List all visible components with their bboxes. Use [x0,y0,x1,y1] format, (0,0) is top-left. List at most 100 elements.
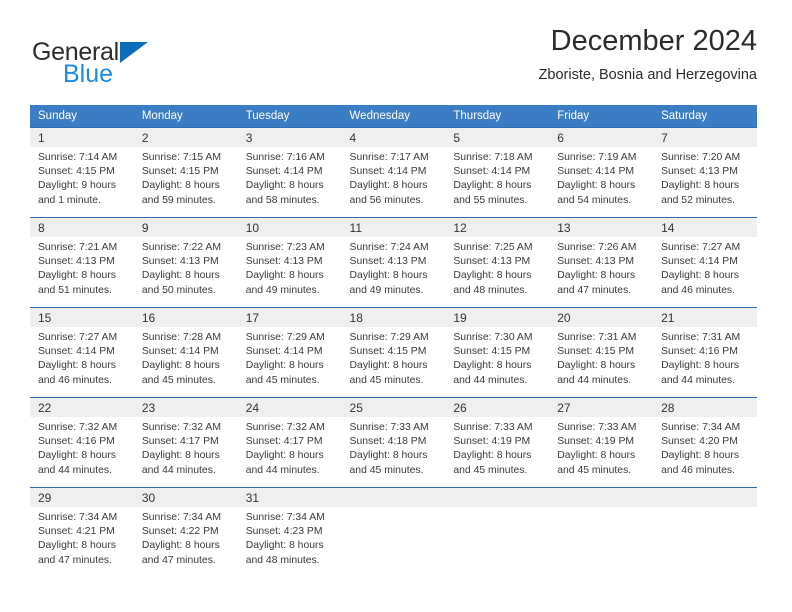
day-cell[interactable]: 14 Sunrise: 7:27 AM Sunset: 4:14 PM Dayligh… [653,218,757,307]
weekday-header-thursday: Thursday [445,105,550,128]
day-detail-line: Sunrise: 7:14 AM [38,152,118,163]
day-cell[interactable]: 11 Sunrise: 7:24 AM Sunset: 4:13 PM Dayligh… [341,218,446,307]
day-cell[interactable]: 20 Sunrise: 7:31 AM Sunset: 4:15 PM Dayligh… [549,308,654,397]
day-number: 17 [245,310,260,325]
day-detail-line: Sunrise: 7:25 AM [453,242,533,253]
day-cell[interactable]: 28 Sunrise: 7:34 AM Sunset: 4:20 PM Dayligh… [653,398,757,487]
day-cell[interactable]: 4 Sunrise: 7:17 AM Sunset: 4:14 PM Daylight… [341,128,446,217]
day-detail-line: Sunrise: 7:31 AM [661,332,741,343]
day-detail-line: Sunrise: 7:32 AM [245,422,325,433]
day-detail-line: Sunset: 4:15 PM [349,346,427,358]
day-details [445,507,549,511]
day-number-band: 4 [341,128,446,147]
day-detail-line: Daylight: 8 hours [245,450,324,462]
day-cell[interactable]: 24 Sunrise: 7:32 AM Sunset: 4:17 PM Dayligh… [237,398,342,487]
generalblue-logo: General Blue [30,32,200,90]
day-details: Sunrise: 7:29 AM Sunset: 4:15 PM Daylight:… [342,327,446,388]
day-cell[interactable]: 2 Sunrise: 7:15 AM Sunset: 4:15 PM Daylight… [133,128,238,217]
page-title: December 2024 [550,25,757,57]
day-number-band: 21 [653,308,757,327]
day-details [653,507,757,511]
day-number-band: 1 [30,128,134,147]
day-cell[interactable]: 31 Sunrise: 7:34 AM Sunset: 4:23 PM Dayligh… [237,488,342,577]
day-details: Sunrise: 7:33 AM Sunset: 4:19 PM Daylight:… [445,417,549,478]
day-detail-line: Sunset: 4:15 PM [38,166,115,178]
day-cell[interactable]: 16 Sunrise: 7:28 AM Sunset: 4:14 PM Dayligh… [133,308,238,397]
day-detail-line: Sunrise: 7:34 AM [38,512,118,523]
day-cell[interactable]: 10 Sunrise: 7:23 AM Sunset: 4:13 PM Dayligh… [237,218,342,307]
day-detail-line: Daylight: 8 hours [245,540,324,552]
day-number: 11 [349,220,362,235]
day-details: Sunrise: 7:22 AM Sunset: 4:13 PM Daylight:… [134,237,238,298]
day-detail-line: Sunrise: 7:33 AM [349,422,429,433]
day-cell[interactable]: 6 Sunrise: 7:19 AM Sunset: 4:14 PM Daylight… [549,128,654,217]
day-number-band: 22 [30,398,134,417]
day-details: Sunrise: 7:34 AM Sunset: 4:20 PM Daylight:… [653,417,757,478]
day-number: 3 [245,130,253,145]
day-detail-line: Sunset: 4:13 PM [38,256,115,268]
day-number: 27 [557,400,571,415]
day-details: Sunrise: 7:28 AM Sunset: 4:14 PM Daylight:… [134,327,238,388]
day-detail-line: and 46 minutes. [661,284,735,296]
day-cell[interactable]: 15 Sunrise: 7:27 AM Sunset: 4:14 PM Dayligh… [30,308,134,397]
day-details: Sunrise: 7:33 AM Sunset: 4:18 PM Daylight:… [342,417,446,478]
calendar-week-row: 22 Sunrise: 7:32 AM Sunset: 4:16 PM Dayligh… [30,397,757,488]
day-number-band: 6 [549,128,654,147]
day-detail-line: Sunrise: 7:22 AM [141,242,221,253]
day-details: Sunrise: 7:34 AM Sunset: 4:23 PM Daylight:… [238,507,342,568]
day-cell[interactable]: 23 Sunrise: 7:32 AM Sunset: 4:17 PM Dayligh… [133,398,238,487]
day-cell[interactable]: 12 Sunrise: 7:25 AM Sunset: 4:13 PM Dayligh… [445,218,550,307]
day-number-band: 18 [341,308,446,327]
day-detail-line: Daylight: 8 hours [141,360,220,372]
day-number-band: 24 [237,398,342,417]
day-cell[interactable]: 9 Sunrise: 7:22 AM Sunset: 4:13 PM Daylight… [133,218,238,307]
day-detail-line: Sunrise: 7:33 AM [453,422,533,433]
day-detail-line: and 55 minutes. [453,194,528,206]
day-number: 2 [141,130,149,145]
day-detail-line: Daylight: 8 hours [141,540,220,552]
day-detail-line: Sunrise: 7:29 AM [349,332,429,343]
day-details: Sunrise: 7:14 AM Sunset: 4:15 PM Daylight:… [30,147,134,208]
day-cell[interactable]: 17 Sunrise: 7:29 AM Sunset: 4:14 PM Dayligh… [237,308,342,397]
day-detail-line: Sunrise: 7:29 AM [245,332,325,343]
day-cell-empty [341,488,446,577]
day-cell[interactable]: 5 Sunrise: 7:18 AM Sunset: 4:14 PM Daylight… [445,128,550,217]
day-details: Sunrise: 7:20 AM Sunset: 4:13 PM Daylight:… [653,147,757,208]
day-detail-line: Daylight: 8 hours [245,270,324,282]
day-details: Sunrise: 7:24 AM Sunset: 4:13 PM Daylight:… [342,237,446,298]
day-cell[interactable]: 1 Sunrise: 7:14 AM Sunset: 4:15 PM Daylight… [30,128,134,217]
day-cell[interactable]: 19 Sunrise: 7:30 AM Sunset: 4:15 PM Dayligh… [445,308,550,397]
weekday-header-tuesday: Tuesday [237,105,342,128]
day-detail-line: Sunset: 4:14 PM [245,346,323,358]
day-cell[interactable]: 22 Sunrise: 7:32 AM Sunset: 4:16 PM Dayligh… [30,398,134,487]
day-detail-line: Daylight: 8 hours [349,270,428,282]
day-detail-line: Sunset: 4:15 PM [141,166,219,178]
day-cell[interactable]: 29 Sunrise: 7:34 AM Sunset: 4:21 PM Dayligh… [30,488,134,577]
day-detail-line: and 44 minutes. [453,374,528,386]
day-detail-line: Sunset: 4:14 PM [38,346,115,358]
day-number: 12 [453,220,467,235]
day-cell[interactable]: 26 Sunrise: 7:33 AM Sunset: 4:19 PM Dayligh… [445,398,550,487]
day-detail-line: and 47 minutes. [557,284,632,296]
day-details: Sunrise: 7:32 AM Sunset: 4:17 PM Daylight:… [238,417,342,478]
day-detail-line: Daylight: 8 hours [245,180,324,192]
title-block: December 2024 Zboriste, Bosnia and Herze… [539,25,757,84]
day-number: 18 [349,310,363,325]
day-cell[interactable]: 25 Sunrise: 7:33 AM Sunset: 4:18 PM Dayligh… [341,398,446,487]
day-cell[interactable]: 27 Sunrise: 7:33 AM Sunset: 4:19 PM Dayligh… [549,398,654,487]
day-number: 9 [141,220,149,235]
day-details: Sunrise: 7:15 AM Sunset: 4:15 PM Daylight:… [134,147,238,208]
day-cell[interactable]: 3 Sunrise: 7:16 AM Sunset: 4:14 PM Daylight… [237,128,342,217]
day-cell[interactable]: 21 Sunrise: 7:31 AM Sunset: 4:16 PM Dayligh… [653,308,757,397]
day-detail-line: Sunset: 4:14 PM [453,166,531,178]
day-cell[interactable]: 8 Sunrise: 7:21 AM Sunset: 4:13 PM Daylight… [30,218,134,307]
day-number-band: 31 [237,488,342,507]
day-number-band: 7 [653,128,757,147]
day-cell[interactable]: 30 Sunrise: 7:34 AM Sunset: 4:22 PM Dayligh… [133,488,238,577]
day-cell[interactable]: 7 Sunrise: 7:20 AM Sunset: 4:13 PM Daylight… [653,128,757,217]
day-number: 13 [557,220,571,235]
day-cell[interactable]: 13 Sunrise: 7:26 AM Sunset: 4:13 PM Dayligh… [549,218,654,307]
day-detail-line: Sunrise: 7:21 AM [38,242,118,253]
day-cell[interactable]: 18 Sunrise: 7:29 AM Sunset: 4:15 PM Dayligh… [341,308,446,397]
day-detail-line: and 45 minutes. [453,464,528,476]
